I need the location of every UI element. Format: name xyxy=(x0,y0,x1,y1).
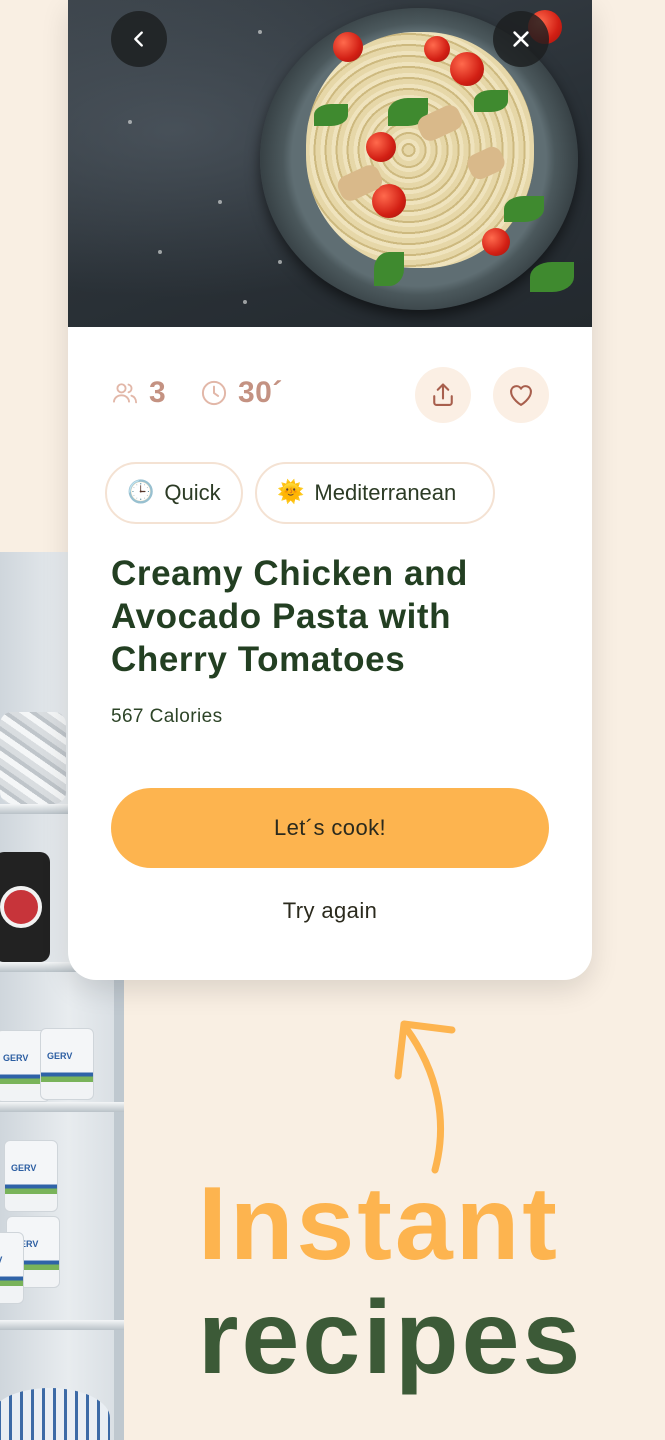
recipe-card: 3 30´ 🕒 Quick 🌞 Mediterranean Creamy Chi… xyxy=(68,0,592,980)
tag-quick[interactable]: 🕒 Quick xyxy=(105,462,243,524)
clock-emoji-icon: 🕒 xyxy=(127,480,155,505)
tag-label: Quick xyxy=(164,480,221,505)
try-again-link[interactable]: Try again xyxy=(111,898,549,924)
clock-icon xyxy=(201,380,227,406)
servings-stat: 3 xyxy=(111,376,166,410)
headline-recipes: recipes xyxy=(198,1280,584,1396)
favorite-button[interactable] xyxy=(493,367,549,423)
share-icon xyxy=(433,383,453,406)
chevron-left-icon xyxy=(134,31,143,47)
servings-value: 3 xyxy=(149,376,167,409)
curved-arrow-icon xyxy=(394,1020,456,1174)
foil-item xyxy=(0,712,66,804)
close-button[interactable] xyxy=(493,11,549,67)
back-button[interactable] xyxy=(111,11,167,67)
tag-label: Mediterranean xyxy=(314,480,457,505)
sun-emoji-icon: 🌞 xyxy=(277,480,305,505)
headline-instant: Instant xyxy=(198,1166,560,1282)
heart-icon xyxy=(510,385,532,406)
time-value: 30´ xyxy=(238,376,283,409)
tag-mediterranean[interactable]: 🌞 Mediterranean xyxy=(255,462,495,524)
jar-item xyxy=(0,852,50,962)
share-button[interactable] xyxy=(415,367,471,423)
close-icon xyxy=(513,31,529,47)
people-icon xyxy=(112,383,138,404)
time-stat: 30´ xyxy=(200,376,283,410)
recipe-title: Creamy Chicken and Avocado Pasta with Ch… xyxy=(111,554,469,679)
calories-text: 567 Calories xyxy=(111,706,223,727)
lets-cook-button[interactable]: Let´s cook! xyxy=(111,788,549,868)
